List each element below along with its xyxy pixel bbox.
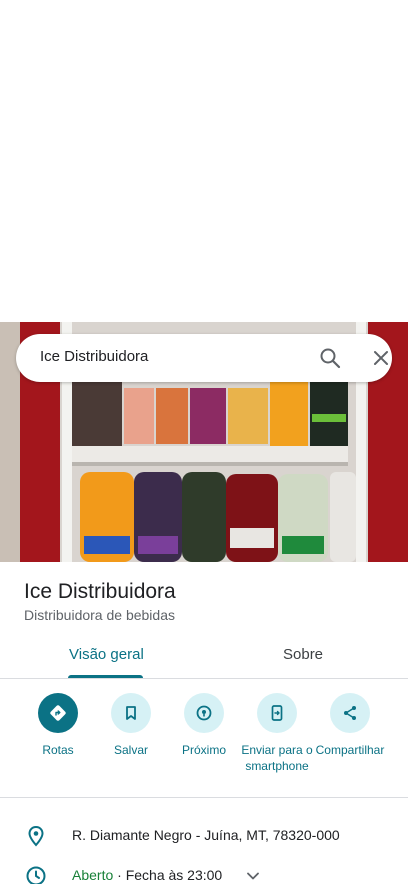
directions-label: Rotas <box>42 743 74 757</box>
search-bar[interactable]: Ice Distribuidora <box>16 334 392 382</box>
location-pin-icon <box>28 825 44 847</box>
chevron-down-icon[interactable] <box>243 866 263 884</box>
directions-icon <box>50 705 66 721</box>
tab-overview[interactable]: Visão geral <box>69 646 144 663</box>
search-icon[interactable] <box>318 346 342 370</box>
hours-row[interactable]: Aberto · Fecha às 23:00 <box>0 854 408 884</box>
address-row[interactable]: R. Diamante Negro - Juína, MT, 78320-000 <box>0 814 408 854</box>
open-status: Aberto <box>72 867 114 883</box>
nearby-circle[interactable] <box>184 693 224 733</box>
clock-icon <box>26 866 46 884</box>
send-to-phone-icon <box>271 705 283 721</box>
close-icon[interactable] <box>369 346 393 370</box>
bookmark-icon <box>126 706 136 720</box>
address-text: R. Diamante Negro - Juína, MT, 78320-000 <box>72 827 340 843</box>
share-icon <box>344 706 356 720</box>
save-button[interactable]: Salvar <box>91 693 171 758</box>
active-tab-indicator <box>68 675 143 678</box>
save-label: Salvar <box>113 743 148 757</box>
send-to-phone-label: Enviar para o smartphone <box>241 743 313 773</box>
action-bar: Rotas Salvar Próximo Enviar para o smart… <box>0 680 408 798</box>
save-circle[interactable] <box>111 693 151 733</box>
search-query-text[interactable]: Ice Distribuidora <box>40 348 148 365</box>
nearby-button[interactable]: Próximo <box>164 693 244 758</box>
nearby-icon <box>196 705 212 721</box>
tab-about[interactable]: Sobre <box>283 646 323 663</box>
place-title: Ice Distribuidora <box>24 580 176 603</box>
share-button[interactable]: Compartilhar <box>310 693 390 758</box>
tab-bar: Visão geral Sobre <box>0 636 408 679</box>
directions-circle[interactable] <box>38 693 78 733</box>
directions-button[interactable]: Rotas <box>18 693 98 758</box>
send-to-phone-button[interactable]: Enviar para o smartphone <box>237 693 317 774</box>
nearby-label: Próximo <box>181 743 226 757</box>
share-circle[interactable] <box>330 693 370 733</box>
closing-time: · Fecha às 23:00 <box>113 867 223 883</box>
send-to-phone-circle[interactable] <box>257 693 297 733</box>
share-label: Compartilhar <box>315 743 385 757</box>
hours-text: Aberto · Fecha às 23:00 <box>72 867 222 883</box>
map-blank-area <box>0 0 408 322</box>
place-category: Distribuidora de bebidas <box>24 607 175 623</box>
